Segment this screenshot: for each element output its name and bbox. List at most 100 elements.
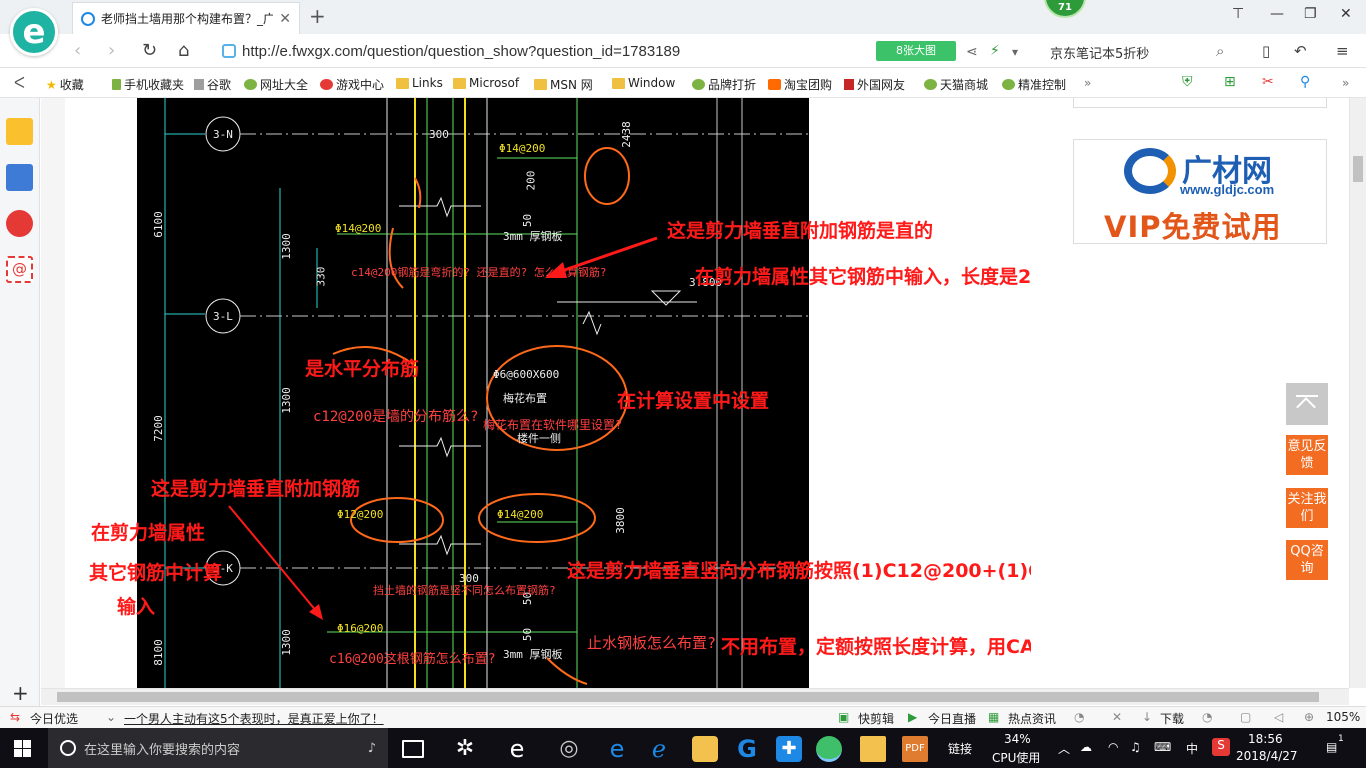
collapse-sidebar-icon[interactable]: ᐸ xyxy=(14,74,25,92)
horizontal-scrollbar[interactable] xyxy=(41,688,1349,705)
edge-blue-icon[interactable]: e xyxy=(604,736,630,762)
link-toolbar-label[interactable]: 链接 xyxy=(948,740,972,757)
forward-button[interactable]: › xyxy=(108,40,115,61)
today-pick-label[interactable]: 今日优选 xyxy=(30,710,78,727)
close-window-button[interactable]: ✕ xyxy=(1340,6,1352,22)
weibo-icon[interactable] xyxy=(6,210,33,237)
phone-icon[interactable]: ▯ xyxy=(1262,42,1270,60)
magnifier-icon[interactable]: ⚲ xyxy=(1300,74,1310,90)
bookmark-sites[interactable]: 网址大全 xyxy=(244,76,308,93)
bookmark-taobao[interactable]: 淘宝团购 xyxy=(768,76,832,93)
volume-icon[interactable]: ♫ xyxy=(1130,740,1141,754)
search-icon[interactable]: ⌕ xyxy=(1216,42,1224,60)
live-link[interactable]: 今日直播 xyxy=(928,710,976,727)
chevron-down-icon[interactable]: ▾ xyxy=(1012,45,1018,59)
home-button[interactable]: ⌂ xyxy=(178,40,189,61)
ie-icon[interactable]: ℯ xyxy=(646,736,672,762)
notification-badge[interactable]: 71 xyxy=(1044,0,1086,18)
edge-icon[interactable]: e xyxy=(504,736,530,762)
pdf-icon[interactable]: PDF xyxy=(902,736,928,762)
browser-tab[interactable]: 老师挡土墙用那个构建布置？_广 ✕ xyxy=(72,2,300,34)
mute-icon[interactable]: ◁ xyxy=(1274,710,1283,724)
shirt-icon[interactable]: ⊤ xyxy=(1232,6,1244,22)
follow-us-button[interactable]: 关注我们 xyxy=(1286,488,1328,528)
browser-logo[interactable]: e xyxy=(10,8,58,56)
zoom-icon[interactable]: ⊕ xyxy=(1304,710,1314,724)
microphone-icon[interactable]: ♪ xyxy=(368,741,376,756)
wifi-icon[interactable]: ◠ xyxy=(1108,740,1118,754)
bookmark-games[interactable]: 游戏中心 xyxy=(320,76,384,93)
translate-icon[interactable]: ⊞ xyxy=(1224,74,1236,90)
qq-consult-button[interactable]: QQ咨询 xyxy=(1286,540,1328,580)
show-hidden-icons[interactable]: ︿ xyxy=(1058,740,1070,757)
bookmark-tmall[interactable]: 天猫商城 xyxy=(924,76,988,93)
pinwheel-blue-icon[interactable]: ✚ xyxy=(776,736,802,762)
menu-icon[interactable]: ≡ xyxy=(1336,42,1349,60)
pinwheel-icon[interactable]: ✲ xyxy=(452,736,478,762)
notes-icon[interactable] xyxy=(860,736,886,762)
taskbar-search[interactable]: 在这里输入你要搜索的内容 ♪ xyxy=(48,728,388,768)
favorites-star-icon[interactable] xyxy=(6,118,33,145)
reader-icon[interactable] xyxy=(6,164,33,191)
bookmark-precision[interactable]: 精准控制 xyxy=(1002,76,1066,93)
undo-icon[interactable]: ↶ xyxy=(1294,42,1307,60)
restore-button[interactable]: ❐ xyxy=(1304,6,1317,22)
start-button[interactable] xyxy=(14,740,31,757)
glodon-icon[interactable]: G xyxy=(734,736,760,762)
sogou-icon[interactable]: S xyxy=(1212,738,1230,756)
browser-taskbar-icon[interactable] xyxy=(816,736,842,762)
address-bar[interactable]: http://e.fwxgx.com/question/question_sho… xyxy=(222,38,872,64)
action-center-icon[interactable]: ▤ xyxy=(1326,740,1337,754)
clock-time[interactable]: 18:56 xyxy=(1248,732,1283,746)
new-tab-button[interactable]: + xyxy=(309,4,326,28)
big-picture-button[interactable]: 8张大图 xyxy=(876,41,956,61)
gldjc-advertisement[interactable]: 广材网 www.gldjc.com VIP免费试用 xyxy=(1073,139,1327,244)
bookmark-label: 天猫商城 xyxy=(940,78,989,92)
window-icon[interactable]: ▢ xyxy=(1240,710,1251,724)
search-input[interactable]: 京东笔记本5折秒 xyxy=(1050,43,1149,62)
clock-date[interactable]: 2018/4/27 xyxy=(1236,749,1298,763)
hot-news-link[interactable]: 热点资讯 xyxy=(1008,710,1056,727)
more-bookmarks-icon[interactable]: » xyxy=(1084,76,1091,90)
back-to-top-button[interactable] xyxy=(1286,383,1328,425)
download-link[interactable]: 下载 xyxy=(1160,710,1184,727)
news-headline-link[interactable]: 一个男人主动有这5个表现时，是真正爱上你了！ xyxy=(124,710,384,727)
zoom-level[interactable]: 105% xyxy=(1326,710,1360,724)
bookmark-microsoft[interactable]: Microsof xyxy=(453,76,519,90)
tools-icon[interactable]: ✕ xyxy=(1112,710,1122,724)
share-icon[interactable]: ⋖ xyxy=(966,44,978,60)
bookmark-mobile[interactable]: 手机收藏夹 xyxy=(112,76,184,93)
bookmark-foreign[interactable]: 外国网友 xyxy=(844,76,905,93)
cloud-icon[interactable]: ☁ xyxy=(1080,740,1092,754)
shield-icon[interactable]: ⛨ xyxy=(1182,74,1193,90)
reload-button[interactable]: ↻ xyxy=(142,40,157,61)
lightning-icon[interactable]: ⚡ xyxy=(990,43,1000,59)
url-text[interactable]: http://e.fwxgx.com/question/question_sho… xyxy=(242,43,680,60)
more-tools-icon[interactable]: » xyxy=(1342,76,1349,90)
feedback-button[interactable]: 意见反馈 xyxy=(1286,435,1328,475)
scissors-icon[interactable]: ✂ xyxy=(1262,74,1274,90)
quick-clip-link[interactable]: 快剪辑 xyxy=(858,710,894,727)
spiral-icon[interactable]: ◎ xyxy=(556,736,582,762)
email-icon[interactable]: @ xyxy=(6,256,33,283)
chevron-down-icon[interactable]: ⌄ xyxy=(106,710,116,724)
bookmark-favorites[interactable]: ★ 收藏 xyxy=(46,76,84,93)
ime-indicator[interactable]: 中 xyxy=(1186,740,1198,757)
minimize-button[interactable]: — xyxy=(1270,6,1284,22)
speed-icon[interactable]: ◔ xyxy=(1074,710,1084,724)
task-view-icon[interactable] xyxy=(402,740,424,758)
sidebar-add-button[interactable]: + xyxy=(12,681,29,705)
clean-icon[interactable]: ◔ xyxy=(1202,710,1212,724)
scroll-thumb[interactable] xyxy=(57,692,1319,702)
tab-close-icon[interactable]: ✕ xyxy=(279,11,291,27)
vertical-scrollbar[interactable] xyxy=(1349,98,1366,688)
bookmark-msn[interactable]: MSN 网 xyxy=(534,76,593,93)
bookmark-discount[interactable]: 品牌打折 xyxy=(692,76,756,93)
bookmark-windows[interactable]: Window xyxy=(612,76,675,90)
bookmark-links[interactable]: Links xyxy=(396,76,443,90)
file-explorer-icon[interactable] xyxy=(692,736,718,762)
scroll-thumb[interactable] xyxy=(1353,156,1363,182)
back-button[interactable]: ‹ xyxy=(74,40,81,61)
keyboard-icon[interactable]: ⌨ xyxy=(1154,740,1171,754)
bookmark-google[interactable]: 谷歌 xyxy=(194,76,231,93)
